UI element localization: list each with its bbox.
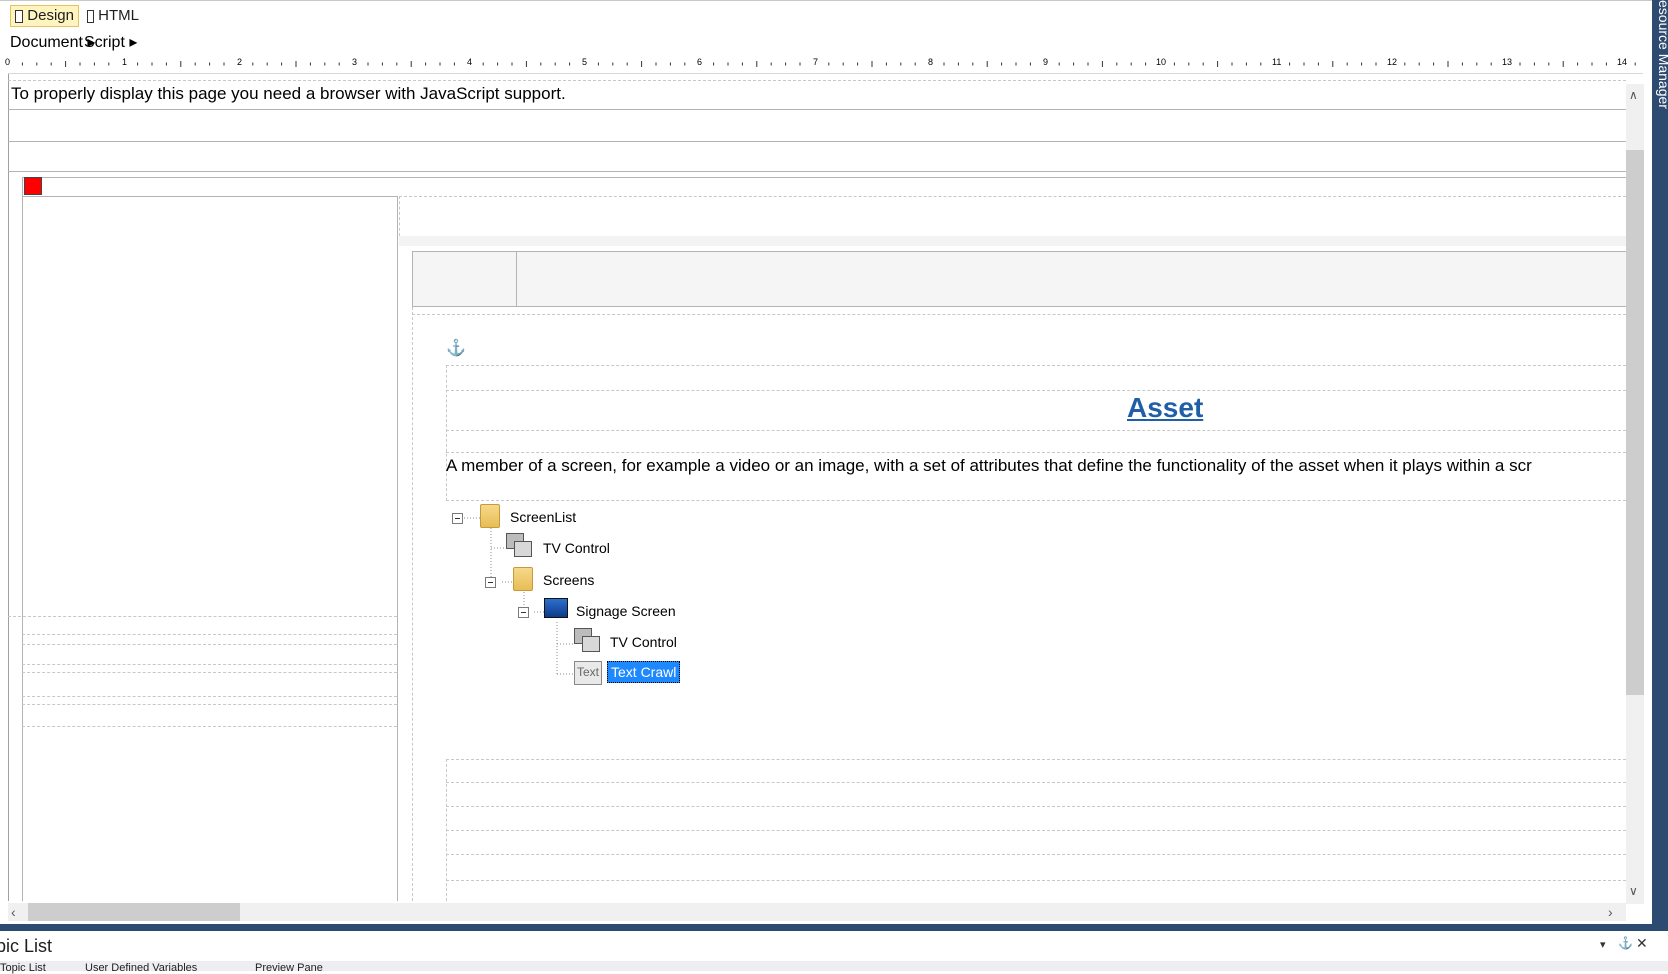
pin-icon[interactable]: ⚓ [1618, 936, 1633, 950]
frame-border [22, 177, 23, 901]
guide-line [446, 365, 1626, 366]
tab-user-defined-variables[interactable]: User Defined Variables [85, 962, 197, 974]
scroll-up-icon[interactable]: ∧ [1629, 88, 1638, 102]
guide-line [412, 307, 413, 901]
document-menu[interactable]: Document ▸ [10, 35, 95, 51]
cell-divider [516, 251, 517, 307]
panel-dropdown-icon[interactable]: ▾ [1600, 938, 1606, 951]
vertical-scrollbar-thumb[interactable] [1626, 150, 1644, 695]
html-view-icon [87, 9, 95, 23]
collapse-toggle-icon[interactable] [518, 607, 529, 618]
tab-topic-list[interactable]: Topic List [0, 962, 46, 974]
error-marker-icon[interactable] [24, 177, 42, 195]
collapse-toggle-icon[interactable] [485, 577, 496, 588]
javascript-warning-text: To properly display this page you need a… [11, 84, 566, 103]
guide-line [399, 196, 1626, 197]
guide-line [446, 452, 1626, 453]
guide-line [22, 726, 397, 727]
panel-splitter[interactable] [0, 924, 1668, 931]
design-tab-label: Design [27, 7, 74, 24]
guide-line [8, 616, 397, 617]
tree-node-tv-control[interactable]: TV Control [610, 634, 677, 650]
ruler-graphic [21, 61, 1636, 67]
topic-list-panel-header [0, 931, 1668, 961]
guide-line [22, 704, 397, 705]
guide-line [446, 390, 1626, 391]
guide-line [446, 880, 1626, 881]
tree-node-screenlist[interactable]: ScreenList [510, 509, 576, 525]
resource-manager-dock[interactable] [1652, 0, 1668, 971]
horizontal-scrollbar[interactable] [8, 903, 1626, 921]
text-crawl-icon: Text [574, 661, 602, 685]
toolbar-placeholder [412, 251, 1626, 307]
spacer-band [399, 236, 1626, 246]
tree-node-screens[interactable]: Screens [543, 572, 594, 588]
guide-line [446, 759, 1626, 760]
tree-node-signage-screen[interactable]: Signage Screen [576, 603, 676, 619]
html-tab-label: HTML [98, 7, 139, 24]
tree-node-text-crawl[interactable]: Text Crawl [607, 661, 681, 683]
guide-line [22, 696, 397, 697]
left-pane-border [397, 196, 398, 901]
design-menu-bar [0, 33, 1652, 53]
folder-icon [480, 504, 500, 528]
bottom-panel-tabs [0, 961, 1668, 971]
guide-line [446, 365, 447, 501]
close-icon[interactable]: ✕ [1636, 935, 1648, 952]
guide-line [446, 782, 1626, 783]
topic-list-panel-title: pic List [0, 936, 53, 956]
horizontal-ruler [8, 55, 1643, 74]
scroll-right-icon[interactable]: › [1608, 904, 1613, 920]
asset-description: A member of a screen, for example a vide… [446, 456, 1532, 475]
tab-preview-pane[interactable]: Preview Pane [255, 962, 323, 974]
scroll-left-icon[interactable]: ‹ [11, 904, 16, 920]
anchor-icon[interactable]: ⚓ [446, 340, 468, 358]
script-menu[interactable]: Script ▸ [84, 35, 137, 51]
guide-line [399, 196, 400, 236]
guide-line [446, 806, 1626, 807]
monitor-icon [544, 598, 568, 618]
guide-line [446, 830, 1626, 831]
tv-control-icon [574, 628, 600, 652]
divider [8, 171, 1626, 172]
design-surface[interactable] [8, 74, 1627, 901]
view-switcher-bar [0, 0, 1652, 34]
guide-line [446, 854, 1626, 855]
guide-line [22, 672, 397, 673]
design-view-icon [15, 9, 24, 23]
guide-line [446, 430, 1626, 431]
divider [8, 141, 1626, 142]
divider [8, 109, 1626, 110]
tree-node-tv-control[interactable]: TV Control [543, 540, 610, 556]
horizontal-scrollbar-thumb[interactable] [28, 903, 240, 921]
resource-manager-tab[interactable]: esource Manager [1648, 0, 1668, 130]
guide-line [8, 80, 1626, 81]
tv-control-icon [506, 533, 532, 557]
design-tab[interactable]: Design [10, 5, 79, 27]
scroll-down-icon[interactable]: ∨ [1629, 884, 1638, 898]
frame-border [22, 177, 1626, 178]
page-title[interactable]: Asset [1127, 392, 1203, 424]
folder-icon [513, 567, 533, 591]
frame-border [22, 196, 397, 197]
guide-line [22, 634, 397, 635]
guide-line [22, 664, 397, 665]
html-tab[interactable]: HTML [83, 5, 143, 27]
guide-line [22, 644, 397, 645]
collapse-toggle-icon[interactable] [452, 513, 463, 524]
guide-line [412, 314, 1626, 315]
